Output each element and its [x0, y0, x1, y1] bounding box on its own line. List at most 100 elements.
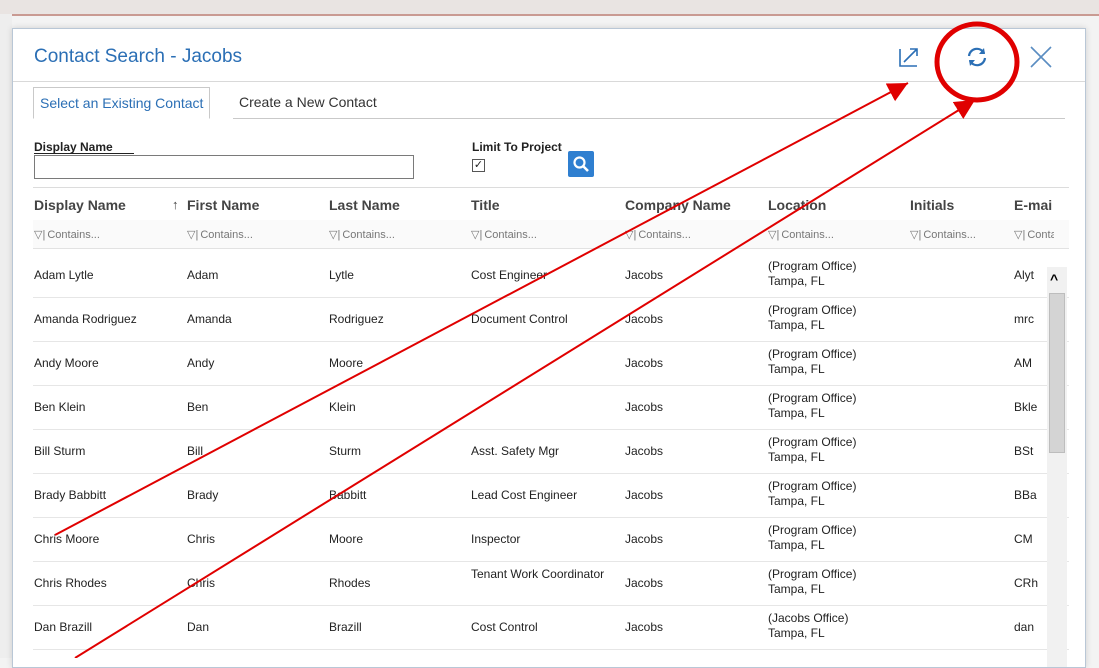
- tab-divider: [233, 118, 1065, 119]
- table-row[interactable]: Chris Rhodes Chris Rhodes Tenant Work Coord…: [33, 561, 1069, 606]
- cell-last-name: Brazill: [329, 620, 362, 634]
- cell-title: Cost Engineer: [471, 268, 548, 282]
- tab-select-existing-contact[interactable]: Select an Existing Contact: [33, 87, 211, 119]
- col-location[interactable]: Location: [768, 197, 826, 213]
- col-first-name[interactable]: First Name: [187, 197, 259, 213]
- display-name-input[interactable]: [34, 155, 414, 179]
- scrollbar-thumb[interactable]: [1049, 293, 1065, 453]
- cell-company-name: Jacobs: [625, 268, 664, 282]
- cell-location: (Jacobs Office) Tampa, FL: [768, 611, 903, 641]
- dialog-titlebar: Contact Search - Jacobs: [13, 29, 1085, 82]
- cell-email: CM: [1014, 532, 1033, 546]
- filter-email[interactable]: ▽|Contains...: [1014, 228, 1054, 241]
- filter-first-name[interactable]: ▽| Contains...: [187, 228, 253, 241]
- cell-first-name: Brady: [187, 488, 219, 502]
- col-title[interactable]: Title: [471, 197, 500, 213]
- filter-location[interactable]: ▽| Contains...: [768, 228, 834, 241]
- search-icon: [573, 156, 589, 172]
- cell-last-name: Moore: [329, 356, 364, 370]
- table-row[interactable]: Ben Klein Ben Klein Jacobs (Program Office) T…: [33, 385, 1069, 430]
- cell-last-name: Klein: [329, 400, 356, 414]
- location-office: (Program Office): [768, 479, 857, 493]
- export-button[interactable]: [893, 41, 925, 73]
- cell-last-name: Rodriguez: [329, 312, 384, 326]
- col-display-name[interactable]: Display Name: [34, 197, 126, 213]
- cell-title: Document Control: [471, 312, 568, 326]
- location-city: Tampa, FL: [768, 538, 825, 552]
- cell-company-name: Jacobs: [625, 620, 664, 634]
- label-underline: [34, 153, 134, 154]
- search-button[interactable]: [568, 151, 594, 177]
- cell-email: AM: [1014, 356, 1032, 370]
- close-button[interactable]: [1025, 41, 1057, 73]
- cell-display-name: Chris Rhodes: [34, 576, 107, 590]
- close-icon: [1030, 46, 1052, 68]
- table-row[interactable]: Andy Moore Andy Moore Jacobs (Program Office…: [33, 341, 1069, 386]
- display-name-label: Display Name: [34, 140, 113, 154]
- filter-last-name[interactable]: ▽| Contains...: [329, 228, 395, 241]
- table-row[interactable]: Amanda Rodriguez Amanda Rodriguez Document …: [33, 297, 1069, 342]
- col-email[interactable]: E-mai: [1014, 197, 1052, 213]
- col-last-name[interactable]: Last Name: [329, 197, 400, 213]
- cell-email: dan: [1014, 620, 1035, 634]
- filter-company-name[interactable]: ▽| Contains...: [625, 228, 691, 241]
- col-company-name[interactable]: Company Name: [625, 197, 731, 213]
- cell-company-name: Jacobs: [625, 576, 664, 590]
- filter-funnel-icon: ▽|: [1014, 229, 1026, 241]
- cell-company-name: Jacobs: [625, 444, 664, 458]
- cell-location: (Program Office) Tampa, FL: [768, 435, 903, 465]
- contacts-grid: Display Name ↑ First Name Last Name Titl…: [33, 187, 1069, 667]
- cell-location: (Program Office) Tampa, FL: [768, 303, 903, 333]
- filter-placeholder: Contains...: [923, 229, 976, 241]
- filter-display-name[interactable]: ▽| Contains...: [34, 228, 100, 241]
- location-city: Tampa, FL: [768, 582, 825, 596]
- cell-title: Cost Control: [471, 620, 538, 634]
- table-row[interactable]: Dan Brazill Dan Brazill Cost Control Jacobs (…: [33, 605, 1069, 650]
- filter-funnel-icon: ▽|: [471, 229, 483, 241]
- filter-placeholder: Contains...: [638, 229, 691, 241]
- cell-company-name: Jacobs: [625, 400, 664, 414]
- cell-first-name: Chris: [187, 532, 216, 546]
- cell-first-name: Ben: [187, 400, 209, 414]
- location-city: Tampa, FL: [768, 362, 825, 376]
- export-icon: [899, 48, 918, 67]
- cell-display-name: Amanda Rodriguez: [34, 312, 137, 326]
- cell-email: Alyt: [1014, 268, 1035, 282]
- cell-company-name: Jacobs: [625, 488, 664, 502]
- location-city: Tampa, FL: [768, 318, 825, 332]
- cell-display-name: Brady Babbitt: [34, 488, 107, 502]
- location-office: (Program Office): [768, 435, 857, 449]
- chevron-up-icon[interactable]: ^: [1050, 271, 1058, 287]
- filter-placeholder: Contains...: [47, 229, 100, 241]
- location-city: Tampa, FL: [768, 626, 825, 640]
- cell-first-name: Amanda: [187, 312, 232, 326]
- tab-create-new-contact[interactable]: Create a New Contact: [233, 87, 383, 117]
- limit-to-project-checkbox[interactable]: ✓: [472, 159, 485, 172]
- background-window-edge: [0, 14, 12, 658]
- filter-initials[interactable]: ▽| Contains...: [910, 228, 976, 241]
- table-row[interactable]: Adam Lytle Adam Lytle Cost Engineer Jacobs (P…: [33, 253, 1069, 298]
- filter-placeholder: Contains...: [484, 229, 537, 241]
- sort-ascending-icon: ↑: [172, 197, 179, 212]
- dialog-title: Contact Search - Jacobs: [34, 46, 243, 67]
- cell-first-name: Bill: [187, 444, 204, 458]
- cell-first-name: Andy: [187, 356, 215, 370]
- location-office: (Jacobs Office): [768, 611, 849, 625]
- cell-display-name: Adam Lytle: [34, 268, 94, 282]
- table-row[interactable]: Brady Babbitt Brady Babbitt Lead Cost Engin…: [33, 473, 1069, 518]
- cell-title: Asst. Safety Mgr: [471, 444, 560, 458]
- refresh-button[interactable]: [961, 41, 993, 73]
- filter-row: ▽| Contains... ▽| Contains... ▽| Contains..…: [33, 220, 1069, 249]
- vertical-scrollbar[interactable]: ^: [1047, 267, 1067, 667]
- col-initials[interactable]: Initials: [910, 197, 954, 213]
- table-row[interactable]: Bill Sturm Bill Sturm Asst. Safety Mgr Jacob…: [33, 429, 1069, 474]
- cell-display-name: Chris Moore: [34, 532, 100, 546]
- cell-last-name: Rhodes: [329, 576, 371, 590]
- filter-funnel-icon: ▽|: [34, 229, 46, 241]
- filter-title[interactable]: ▽| Contains...: [471, 228, 537, 241]
- table-row[interactable]: Chris Moore Chris Moore Inspector Jacobs (Pro…: [33, 517, 1069, 562]
- filter-funnel-icon: ▽|: [910, 229, 922, 241]
- cell-email: BSt: [1014, 444, 1034, 458]
- cell-first-name: Dan: [187, 620, 210, 634]
- filter-placeholder: Contains...: [781, 229, 834, 241]
